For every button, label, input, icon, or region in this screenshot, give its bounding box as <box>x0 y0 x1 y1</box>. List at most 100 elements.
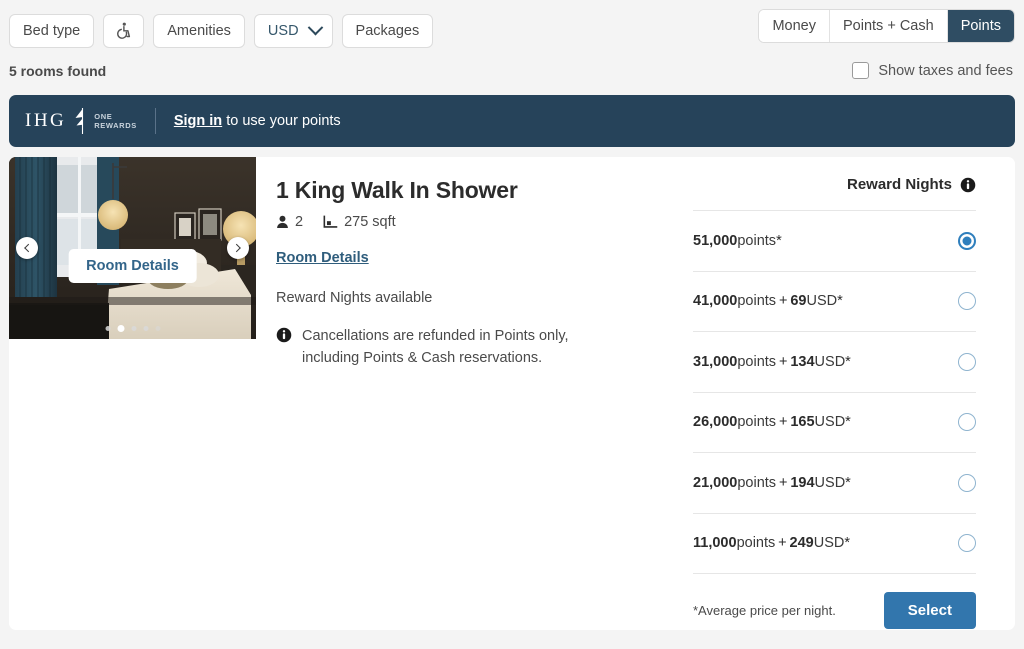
one-rewards-line1: ONE <box>94 112 113 121</box>
ihg-one-rewards-logo: IHG ONE REWARDS <box>25 106 137 136</box>
reward-nights-availability: Reward Nights available <box>276 290 433 306</box>
rate-type-toggle-group: Money Points + Cash Points <box>758 9 1015 43</box>
floorplan-icon <box>323 215 338 228</box>
rate-toggle-points[interactable]: Points <box>947 10 1014 42</box>
rate-points-unit: points <box>737 414 777 431</box>
rate-cash-value: 165 <box>790 414 815 431</box>
rate-plus-sign: + <box>776 474 791 491</box>
filter-chip-label: Packages <box>355 22 420 39</box>
pricing-panel: Reward Nights 51,000points* 41,000points… <box>693 157 1015 630</box>
rate-points-value: 51,000 <box>693 232 738 249</box>
rate-plus-sign: + <box>776 414 791 431</box>
pricing-panel-title: Reward Nights <box>846 176 952 193</box>
carousel-dot-indicators <box>105 325 160 332</box>
room-image-carousel[interactable]: Room Details <box>9 157 256 339</box>
info-icon[interactable] <box>960 177 976 193</box>
pricing-panel-header: Reward Nights <box>693 176 976 193</box>
banner-divider <box>154 108 156 134</box>
room-occupancy-value: 2 <box>295 214 304 230</box>
ihg-brand-text: IHG <box>25 110 67 131</box>
room-size: 275 sqft <box>323 214 396 230</box>
rate-points-unit: points <box>737 474 777 491</box>
filter-chip-label: Amenities <box>167 22 231 39</box>
rate-plus-sign: + <box>776 353 791 370</box>
rate-cash-value: 249 <box>789 535 814 552</box>
rate-asterisk: * <box>845 414 851 431</box>
rate-asterisk: * <box>844 535 851 552</box>
filter-bar: Bed type Amenities USD Packages Money Po… <box>0 0 1024 52</box>
currency-value: USD <box>267 22 299 39</box>
carousel-dot[interactable] <box>155 326 160 331</box>
rate-radio[interactable] <box>958 534 976 553</box>
rate-option-label: 21,000points + 194USD* <box>693 475 851 491</box>
carousel-dot[interactable] <box>131 326 136 331</box>
carousel-dot[interactable] <box>105 326 110 331</box>
loyalty-signin-banner: IHG ONE REWARDS Sign in to use your poin… <box>9 95 1015 147</box>
rate-cash-unit: USD <box>813 535 845 552</box>
filter-chip-bed-type[interactable]: Bed type <box>9 13 95 48</box>
signin-prompt: Sign in to use your points <box>174 113 341 129</box>
show-taxes-and-fees-toggle[interactable]: Show taxes and fees <box>852 62 1013 79</box>
room-photo <box>9 157 256 339</box>
rate-option-label: 41,000points + 69USD* <box>693 293 843 309</box>
wheelchair-accessible-icon <box>117 22 131 39</box>
cancellation-policy-note: Cancellations are refunded in Points onl… <box>276 325 693 369</box>
room-title: 1 King Walk In Shower <box>276 177 518 203</box>
room-details-link[interactable]: Room Details <box>276 250 369 266</box>
rate-option-row[interactable]: 51,000points* <box>693 210 976 271</box>
currency-select[interactable]: USD <box>253 13 333 48</box>
cancellation-policy-text: Cancellations are refunded in Points onl… <box>302 328 569 366</box>
rate-cash-unit: USD <box>814 353 846 370</box>
rate-plus-sign: + <box>776 293 791 310</box>
rate-radio[interactable] <box>958 292 976 311</box>
filter-chip-accessibility[interactable] <box>103 13 145 48</box>
rate-radio-selected[interactable] <box>958 231 976 250</box>
rate-option-label: 51,000points* <box>693 233 782 249</box>
ihg-flag-mark-icon <box>75 108 84 134</box>
chevron-left-icon <box>24 243 33 253</box>
rate-option-row[interactable]: 11,000points + 249USD* <box>693 512 976 574</box>
room-info-column: 1 King Walk In Shower 2 275 sqft Room De… <box>256 157 693 630</box>
rate-points-value: 31,000 <box>693 353 738 370</box>
carousel-prev-button[interactable] <box>16 237 38 259</box>
room-meta-row: 2 275 sqft <box>276 214 693 230</box>
rate-points-value: 21,000 <box>693 474 738 491</box>
carousel-next-button[interactable] <box>227 237 249 259</box>
rate-toggle-label: Points <box>960 18 1001 34</box>
rate-toggle-points-cash[interactable]: Points + Cash <box>830 10 948 42</box>
rate-option-label: 31,000points + 134USD* <box>693 354 851 370</box>
room-details-overlay-button[interactable]: Room Details <box>68 249 197 283</box>
rate-toggle-money[interactable]: Money <box>759 10 830 42</box>
filter-chip-label: Bed type <box>23 22 81 39</box>
rooms-found-count: 5 rooms found <box>9 62 107 79</box>
carousel-dot-active[interactable] <box>117 325 124 332</box>
room-selection-page: Bed type Amenities USD Packages Money Po… <box>0 0 1024 649</box>
filter-chip-amenities[interactable]: Amenities <box>153 13 245 48</box>
person-icon <box>277 215 288 229</box>
rate-points-value: 41,000 <box>693 293 738 310</box>
rate-points-value: 11,000 <box>693 535 737 552</box>
select-button[interactable]: Select <box>883 592 976 629</box>
info-icon <box>276 327 292 343</box>
show-taxes-checkbox[interactable] <box>852 62 870 79</box>
rate-radio[interactable] <box>958 473 976 492</box>
rate-points-unit: points <box>737 293 777 310</box>
rate-option-label: 11,000points + 249USD* <box>693 535 850 551</box>
rate-option-row[interactable]: 31,000points + 134USD* <box>693 331 976 392</box>
rate-points-unit: points <box>737 353 777 370</box>
rate-option-row[interactable]: 26,000points + 165USD* <box>693 391 976 453</box>
rate-cash-value: 134 <box>790 353 815 370</box>
rate-asterisk: * <box>776 232 782 249</box>
chevron-down-icon <box>307 19 323 36</box>
rate-option-row[interactable]: 41,000points + 69USD* <box>693 270 976 332</box>
one-rewards-line2: REWARDS <box>94 121 137 130</box>
carousel-dot[interactable] <box>143 326 148 331</box>
rate-radio[interactable] <box>958 413 976 432</box>
rate-option-row[interactable]: 21,000points + 194USD* <box>693 452 976 513</box>
rate-radio[interactable] <box>958 352 976 371</box>
signin-link[interactable]: Sign in <box>174 113 222 129</box>
room-occupancy: 2 <box>276 214 303 230</box>
filter-chip-packages[interactable]: Packages <box>341 13 434 48</box>
one-rewards-wordmark: ONE REWARDS <box>94 112 137 130</box>
pricing-footer: *Average price per night. Select <box>693 573 976 629</box>
